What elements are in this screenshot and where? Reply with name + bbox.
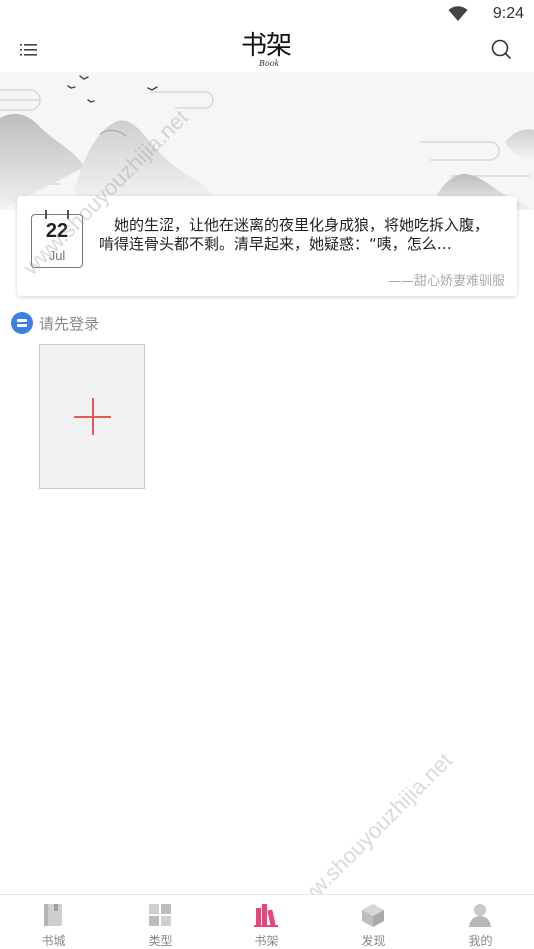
user-icon	[469, 904, 491, 927]
list-menu-icon[interactable]	[18, 39, 40, 61]
daily-quote-card[interactable]: 22 Jul 她的生涩，让他在迷离的夜里化身成狼，将她吃拆入腹，啃得连骨头都不剩…	[17, 196, 517, 296]
login-label: 请先登录	[39, 315, 100, 333]
tab-category[interactable]: 类型	[107, 895, 214, 949]
calendar-month: Jul	[48, 248, 66, 263]
bottom-tab-bar: 书城 类型 书架 发现 我的	[0, 894, 534, 949]
page-subtitle: Book	[259, 59, 280, 68]
book-icon	[44, 904, 62, 926]
title-bar: 书架 Book	[0, 28, 534, 72]
status-time: 9:24	[492, 5, 524, 22]
wifi-icon	[448, 6, 468, 21]
quote-text: 她的生涩，让他在迷离的夜里化身成狼，将她吃拆入腹，啃得连骨头都不剩。清早起来，她…	[99, 216, 490, 253]
tab-label: 书架	[254, 934, 279, 948]
login-icon	[11, 312, 33, 334]
status-bar: 9:24	[0, 0, 534, 28]
tab-discover[interactable]: 发现	[320, 895, 427, 949]
calendar-day: 22	[45, 220, 69, 242]
tab-label: 书城	[41, 934, 66, 948]
tab-label: 我的	[468, 934, 493, 948]
calendar-icon: 22 Jul	[31, 210, 83, 268]
quote-source: ——甜心娇妻难驯服	[387, 274, 505, 289]
calendar-ring	[67, 210, 69, 219]
tab-bookstore[interactable]: 书城	[0, 895, 107, 949]
tab-label: 类型	[148, 934, 173, 948]
page-title-logo: 书架 Book	[241, 30, 301, 70]
tab-bookshelf[interactable]: 书架	[213, 895, 320, 949]
add-book-button[interactable]	[39, 344, 145, 489]
ink-landscape-banner	[0, 72, 534, 210]
calendar-ring	[45, 210, 47, 219]
bookshelf-icon	[254, 904, 278, 927]
tab-label: 发现	[361, 934, 386, 948]
search-icon[interactable]	[490, 38, 512, 60]
landscape-illustration	[0, 75, 534, 210]
tab-mine[interactable]: 我的	[427, 895, 534, 949]
grid-icon	[149, 904, 171, 926]
page-title: 书架	[241, 31, 292, 61]
cube-icon	[362, 904, 384, 927]
